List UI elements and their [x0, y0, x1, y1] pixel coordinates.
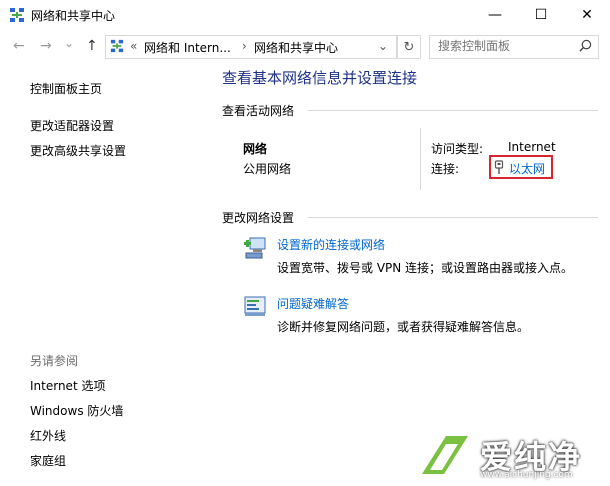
address-bar[interactable]: « 网络和 Intern... › 网络和共享中心 ⌄	[105, 35, 397, 59]
window-title: 网络和共享中心	[31, 9, 116, 23]
forward-button[interactable]: →	[40, 38, 52, 54]
see-also-windows-firewall[interactable]: Windows 防火墙	[30, 402, 123, 419]
network-location-icon	[110, 39, 124, 53]
connection-value[interactable]: 以太网	[509, 160, 545, 177]
ethernet-icon	[494, 160, 504, 174]
address-dropdown-icon[interactable]: ⌄	[378, 39, 388, 53]
up-arrow-icon: ↑	[86, 38, 98, 54]
breadcrumb-separator-icon: ›	[242, 39, 247, 53]
troubleshoot-icon	[244, 296, 266, 316]
divider	[308, 110, 598, 111]
search-icon	[579, 39, 592, 52]
chevron-down-icon: ⌄	[64, 36, 75, 50]
minimize-icon: —	[488, 7, 502, 23]
see-also-internet-options[interactable]: Internet 选项	[30, 377, 105, 394]
sidebar-change-advanced-sharing[interactable]: 更改高级共享设置	[30, 142, 126, 159]
title-bar: 网络和共享中心 — ☐ ✕	[0, 0, 610, 30]
setup-new-connection-link[interactable]: 设置新的连接或网络	[277, 236, 385, 253]
close-icon: ✕	[581, 7, 593, 23]
back-button[interactable]: ←	[13, 38, 25, 54]
forward-arrow-icon: →	[40, 38, 52, 54]
search-input[interactable]	[430, 36, 578, 56]
breadcrumb-network-sharing-center[interactable]: 网络和共享中心	[254, 39, 338, 56]
close-button[interactable]: ✕	[564, 0, 610, 30]
troubleshoot-description: 诊断并修复网络问题，或者获得疑难解答信息。	[277, 320, 530, 334]
network-type: 公用网络	[243, 162, 292, 176]
minimize-button[interactable]: —	[472, 0, 518, 30]
see-also-infrared[interactable]: 红外线	[30, 427, 66, 444]
ethernet-connection-link[interactable]: 以太网	[489, 155, 553, 179]
search-box[interactable]	[429, 35, 599, 59]
recent-locations-button[interactable]: ⌄	[64, 36, 74, 50]
access-type-label: 访问类型:	[431, 142, 484, 156]
access-type-value: Internet	[508, 140, 556, 154]
up-button[interactable]: ↑	[86, 38, 98, 54]
network-name: 网络	[243, 142, 268, 156]
breadcrumb-overflow-icon[interactable]: «	[130, 39, 137, 53]
change-network-settings-heading: 更改网络设置	[222, 211, 295, 225]
brand-logo-icon	[422, 436, 468, 474]
back-arrow-icon: ←	[13, 38, 25, 54]
page-title: 查看基本网络信息并设置连接	[222, 69, 418, 87]
refresh-button[interactable]: ↻	[397, 35, 421, 59]
watermark-url: www.aichunjing.com	[480, 470, 573, 480]
network-sharing-icon	[10, 8, 24, 22]
new-connection-icon	[244, 237, 266, 259]
see-also-label: 另请参阅	[30, 354, 79, 368]
divider	[308, 217, 598, 218]
sidebar-change-adapter-settings[interactable]: 更改适配器设置	[30, 117, 114, 134]
see-also-homegroup[interactable]: 家庭组	[30, 452, 66, 469]
maximize-button[interactable]: ☐	[518, 0, 564, 30]
active-networks-heading: 查看活动网络	[222, 104, 295, 118]
maximize-icon: ☐	[534, 7, 548, 23]
troubleshoot-link[interactable]: 问题疑难解答	[277, 295, 349, 312]
divider-vertical	[420, 128, 421, 190]
sidebar-control-panel-home[interactable]: 控制面板主页	[30, 80, 102, 97]
refresh-icon: ↻	[403, 39, 415, 55]
connection-label: 连接:	[431, 162, 460, 176]
breadcrumb-network-internet[interactable]: 网络和 Intern...	[144, 39, 231, 56]
setup-new-connection-description: 设置宽带、拨号或 VPN 连接；或设置路由器或接入点。	[277, 261, 574, 275]
watermark: 爱纯净 www.aichunjing.com	[416, 426, 608, 484]
